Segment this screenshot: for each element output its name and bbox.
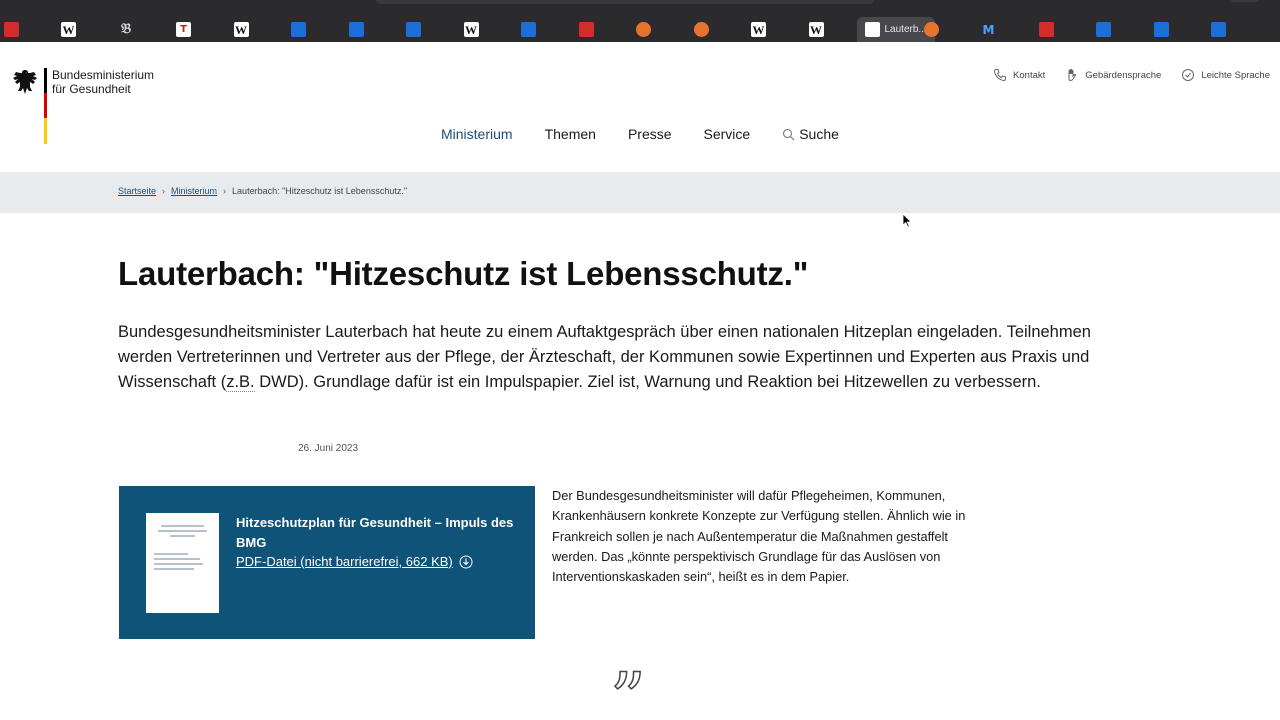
browser-tab[interactable]: 𝔅 — [98, 17, 154, 42]
browser-tab[interactable] — [1133, 17, 1189, 42]
lead-abbreviation: z.B. — [226, 373, 255, 392]
wikipedia-icon: W — [463, 22, 479, 37]
browser-tab[interactable]: W — [41, 17, 97, 42]
blue-shield-icon — [1096, 22, 1111, 37]
main-navigation: Ministerium Themen Presse Service Suche — [441, 126, 839, 142]
nav-item-themen[interactable]: Themen — [545, 126, 596, 142]
browser-tab[interactable] — [386, 17, 442, 42]
browser-tab[interactable]: M — [961, 17, 1017, 42]
browser-tab[interactable] — [1076, 17, 1132, 42]
hand-icon — [1068, 68, 1077, 82]
orange-circle-icon — [923, 22, 939, 37]
logo-line-1: Bundesministerium — [52, 68, 155, 82]
browser-tab[interactable]: W — [213, 17, 269, 42]
browser-tab[interactable] — [903, 17, 959, 42]
wikipedia-icon: W — [233, 22, 249, 37]
breadcrumb-current: Lauterbach: "Hitzeschutz ist Lebensschut… — [232, 186, 408, 196]
browser-tab[interactable] — [1191, 17, 1247, 42]
breadcrumb-home-link[interactable]: Startseite — [118, 186, 156, 196]
flag-stripe — [44, 68, 47, 144]
lead-text-2: DWD). Grundlage dafür ist ein Impulspapi… — [254, 373, 1041, 391]
article-body-paragraph: Der Bundesgesundheitsminister will dafür… — [552, 488, 966, 585]
article-title: Lauterbach: "Hitzeschutz ist Lebensschut… — [118, 255, 809, 292]
nav-item-service[interactable]: Service — [704, 126, 751, 142]
download-title: Hitzeschutzplan für Gesundheit – Impuls … — [236, 515, 514, 550]
document-thumbnail[interactable] — [146, 513, 219, 613]
browser-tab[interactable] — [616, 17, 672, 42]
browser-tab[interactable] — [1018, 17, 1074, 42]
breadcrumb: Startseite › Ministerium › Lauterbach: "… — [118, 186, 407, 196]
red-square-icon — [3, 22, 19, 37]
meta-navigation: Kontakt Gebärdensprache Leichte Sprache — [993, 68, 1270, 82]
toolbar-button-edge — [1230, 0, 1260, 2]
nav-item-ministerium[interactable]: Ministerium — [441, 126, 513, 142]
phone-icon — [994, 69, 1007, 82]
orange-circle-icon — [636, 22, 651, 37]
gothic-b-icon: 𝔅 — [120, 21, 132, 37]
meta-sign-language-link[interactable]: Gebärdensprache — [1065, 68, 1161, 82]
browser-tab[interactable] — [271, 17, 327, 42]
breadcrumb-bar: Startseite › Ministerium › Lauterbach: "… — [0, 172, 1280, 213]
meta-easy-language-label: Leichte Sprache — [1201, 69, 1270, 81]
article-date: 26. Juni 2023 — [298, 443, 359, 454]
nav-item-search[interactable]: Suche — [782, 126, 839, 142]
blue-shield-icon — [1153, 22, 1169, 37]
wikipedia-icon: W — [808, 22, 824, 37]
grid-icon — [1211, 22, 1226, 37]
red-square-icon — [1038, 22, 1054, 37]
bmg-logo[interactable]: Bundesministerium für Gesundheit — [10, 66, 170, 146]
quote-icon: ” — [609, 658, 646, 720]
pdf-download-link[interactable]: PDF-Datei (nicht barrierefrei, 662 KB) — [236, 554, 473, 569]
red-grid-icon — [578, 22, 594, 37]
download-icon — [459, 555, 473, 568]
orange-circle-icon — [693, 22, 709, 37]
browser-tab[interactable] — [501, 17, 557, 42]
browser-tab[interactable]: T — [156, 17, 212, 42]
blue-shield-icon — [291, 22, 306, 37]
mouse-pointer-icon — [902, 213, 912, 228]
meta-easy-language-link[interactable]: Leichte Sprache — [1181, 68, 1270, 82]
bmg-icon — [864, 22, 880, 37]
site-header: Bundesministerium für Gesundheit Kontakt… — [0, 42, 1280, 172]
easy-language-icon — [1182, 69, 1195, 81]
blue-shield-icon — [348, 22, 364, 37]
browser-tab[interactable] — [0, 17, 39, 42]
search-icon — [783, 128, 795, 140]
chevron-right-icon: › — [162, 186, 166, 196]
meta-sign-language-label: Gebärdensprache — [1085, 69, 1162, 81]
breadcrumb-ministry-link[interactable]: Ministerium — [171, 186, 217, 196]
browser-window: W 𝔅 T W W W W Lauterb... M Bundesministerium für… — [0, 0, 1280, 720]
browser-tab[interactable] — [673, 17, 729, 42]
browser-tab[interactable] — [558, 17, 614, 42]
meta-contact-link[interactable]: Kontakt — [993, 68, 1045, 82]
nav-item-presse[interactable]: Presse — [628, 126, 672, 142]
federal-eagle-icon — [13, 70, 37, 94]
meta-contact-label: Kontakt — [1013, 69, 1046, 81]
blue-shield-icon — [406, 22, 421, 37]
browser-tab[interactable]: W — [443, 17, 499, 42]
chevron-right-icon: › — [223, 186, 227, 196]
nav-search-label: Suche — [799, 126, 839, 142]
browser-tab[interactable] — [328, 17, 384, 42]
m-icon: M — [982, 22, 995, 37]
browser-tab[interactable]: W — [731, 17, 787, 42]
download-teaser: Hitzeschutzplan für Gesundheit – Impuls … — [119, 486, 535, 639]
blue-shield-icon — [521, 22, 536, 37]
logo-text: Bundesministerium für Gesundheit — [52, 68, 154, 96]
address-bar-edge — [375, 0, 875, 4]
wikipedia-icon: W — [751, 22, 766, 37]
logo-line-2: für Gesundheit — [52, 82, 131, 96]
t-icon: T — [176, 22, 191, 37]
wikipedia-icon: W — [61, 22, 76, 37]
pdf-download-label: PDF-Datei (nicht barrierefrei, 662 KB) — [236, 554, 453, 569]
browser-tab[interactable]: W — [788, 17, 844, 42]
browser-tab-strip: W 𝔅 T W W W W Lauterb... M — [0, 0, 1280, 42]
article-lead: Bundesgesundheitsminister Lauterbach hat… — [118, 320, 1118, 395]
